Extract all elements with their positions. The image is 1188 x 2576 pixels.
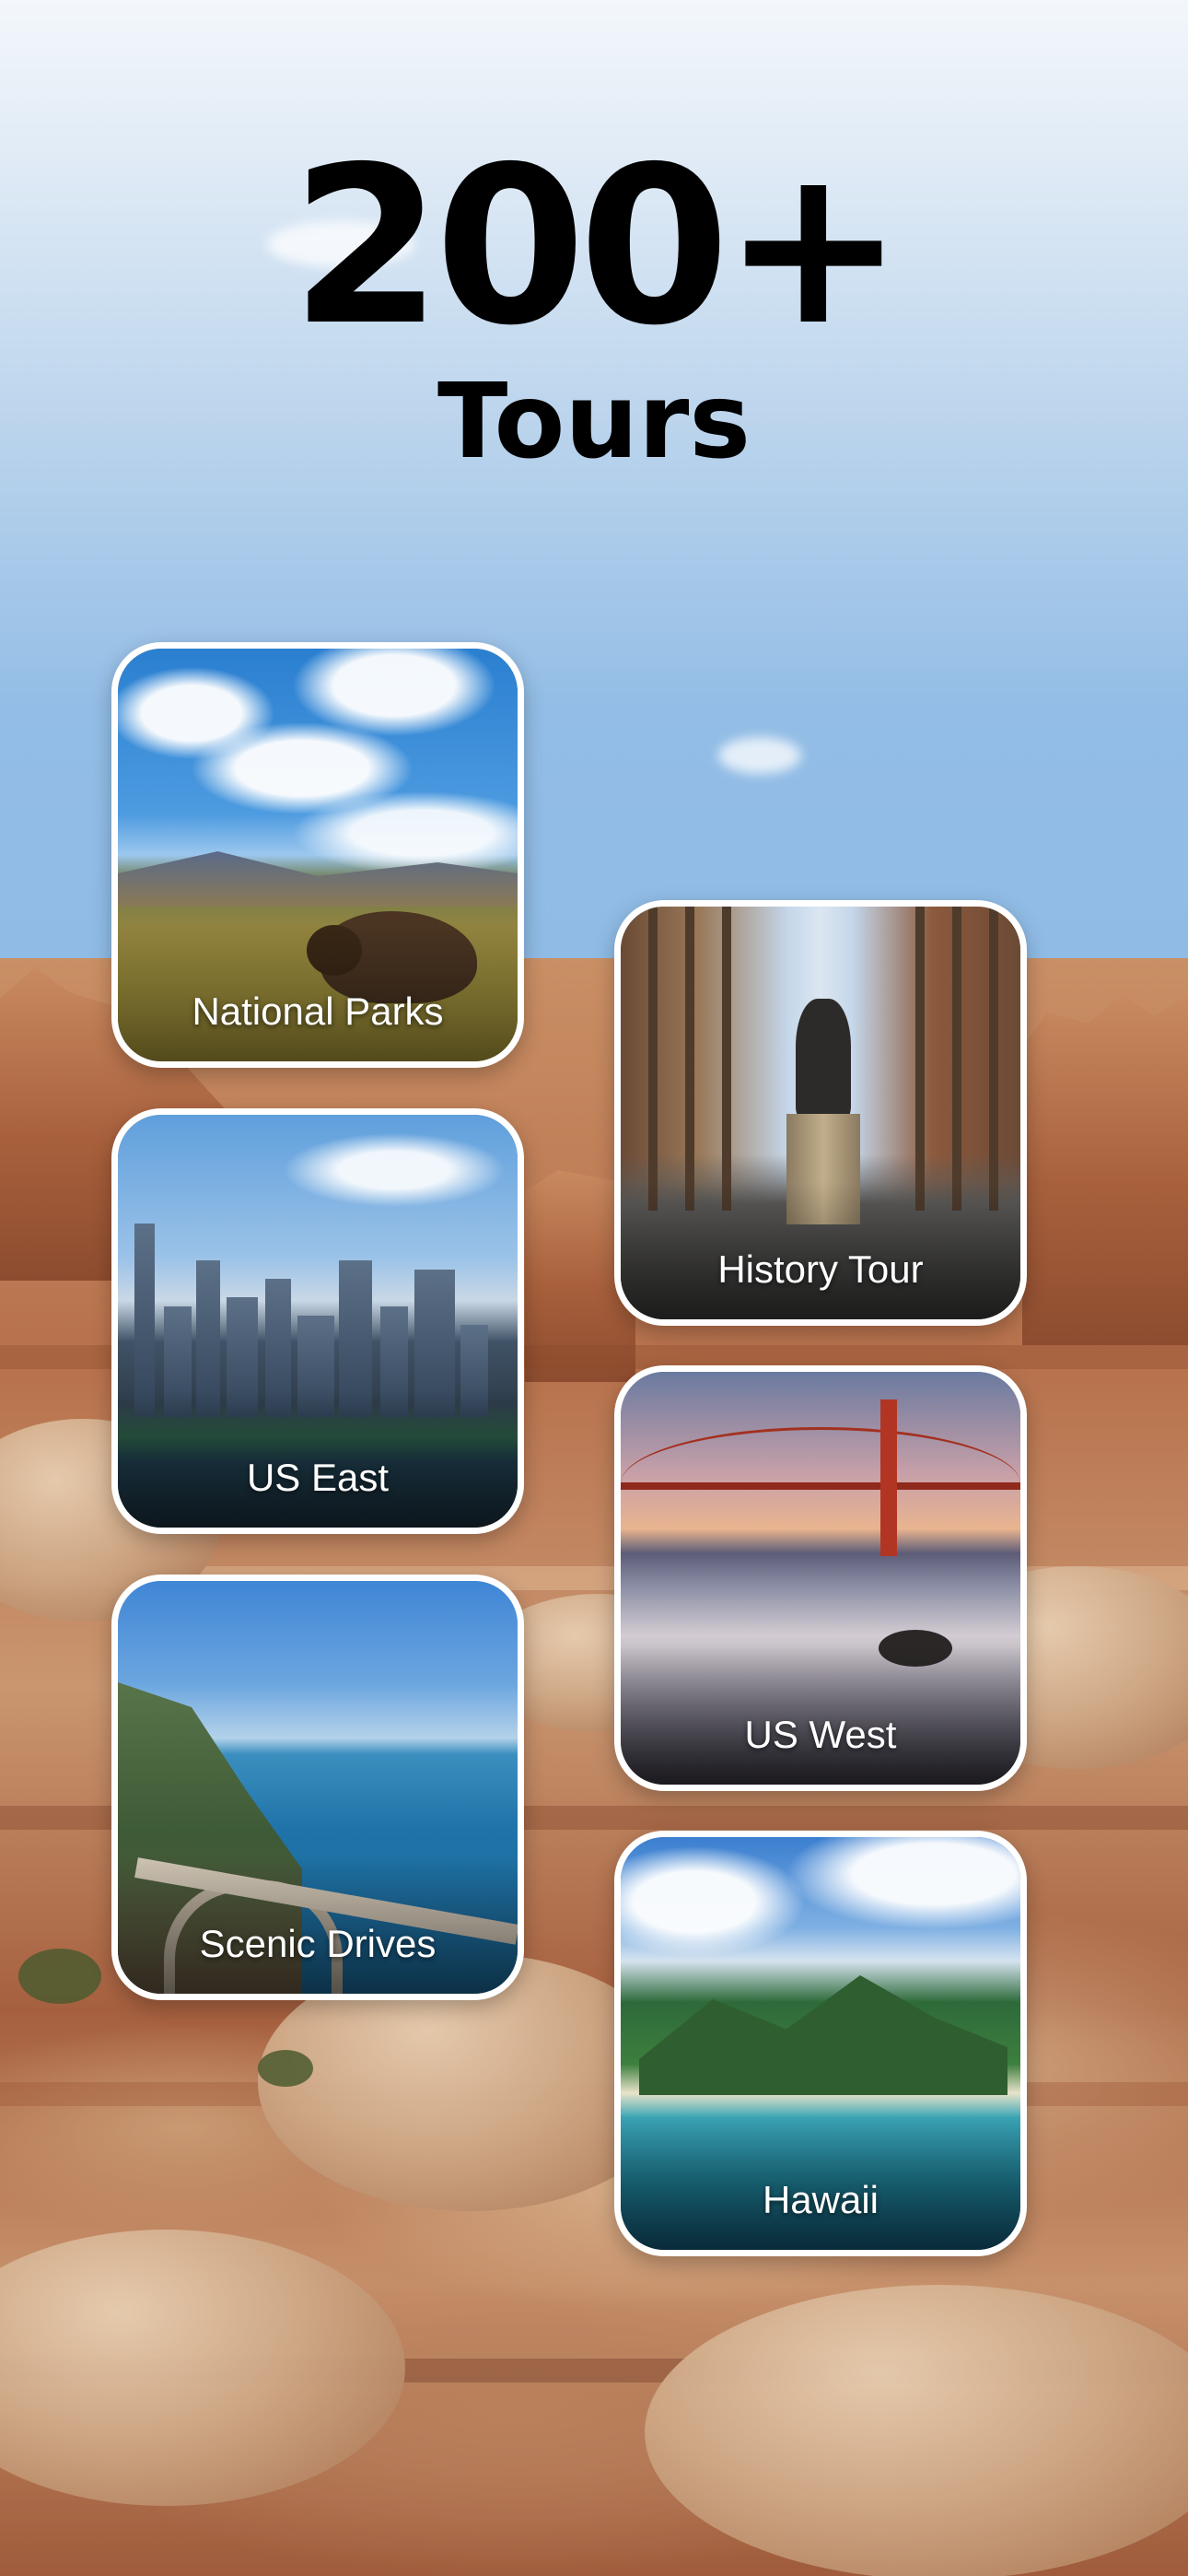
bridge-tower-shape [880,1399,897,1556]
mountain-shape [639,1975,1007,2095]
tour-card-history-tour[interactable]: History Tour [614,900,1027,1326]
tour-card-scenic-drives[interactable]: Scenic Drives [111,1575,524,2000]
tour-card-label: National Parks [192,989,444,1033]
tour-card-label: Hawaii [762,2178,879,2221]
tour-card-us-west[interactable]: US West [614,1365,1027,1791]
canyon-butte-right [1022,995,1188,1345]
tour-count: 200+ [290,120,904,373]
cloud [718,737,801,774]
desert-shrub [258,2050,313,2087]
headline: 200+ Tours [0,138,1188,474]
desert-shrub [18,1949,101,2004]
tour-card-national-parks[interactable]: National Parks [111,642,524,1068]
tour-card-label: History Tour [717,1247,924,1291]
statue-shape [796,999,851,1118]
tour-card-us-east[interactable]: US East [111,1108,524,1534]
tour-card-hawaii[interactable]: Hawaii [614,1831,1027,2256]
tour-card-label: Scenic Drives [199,1922,437,1965]
tour-card-label: US East [246,1456,390,1499]
tour-count-label: Tours [437,362,751,482]
tour-card-label: US West [744,1713,897,1756]
